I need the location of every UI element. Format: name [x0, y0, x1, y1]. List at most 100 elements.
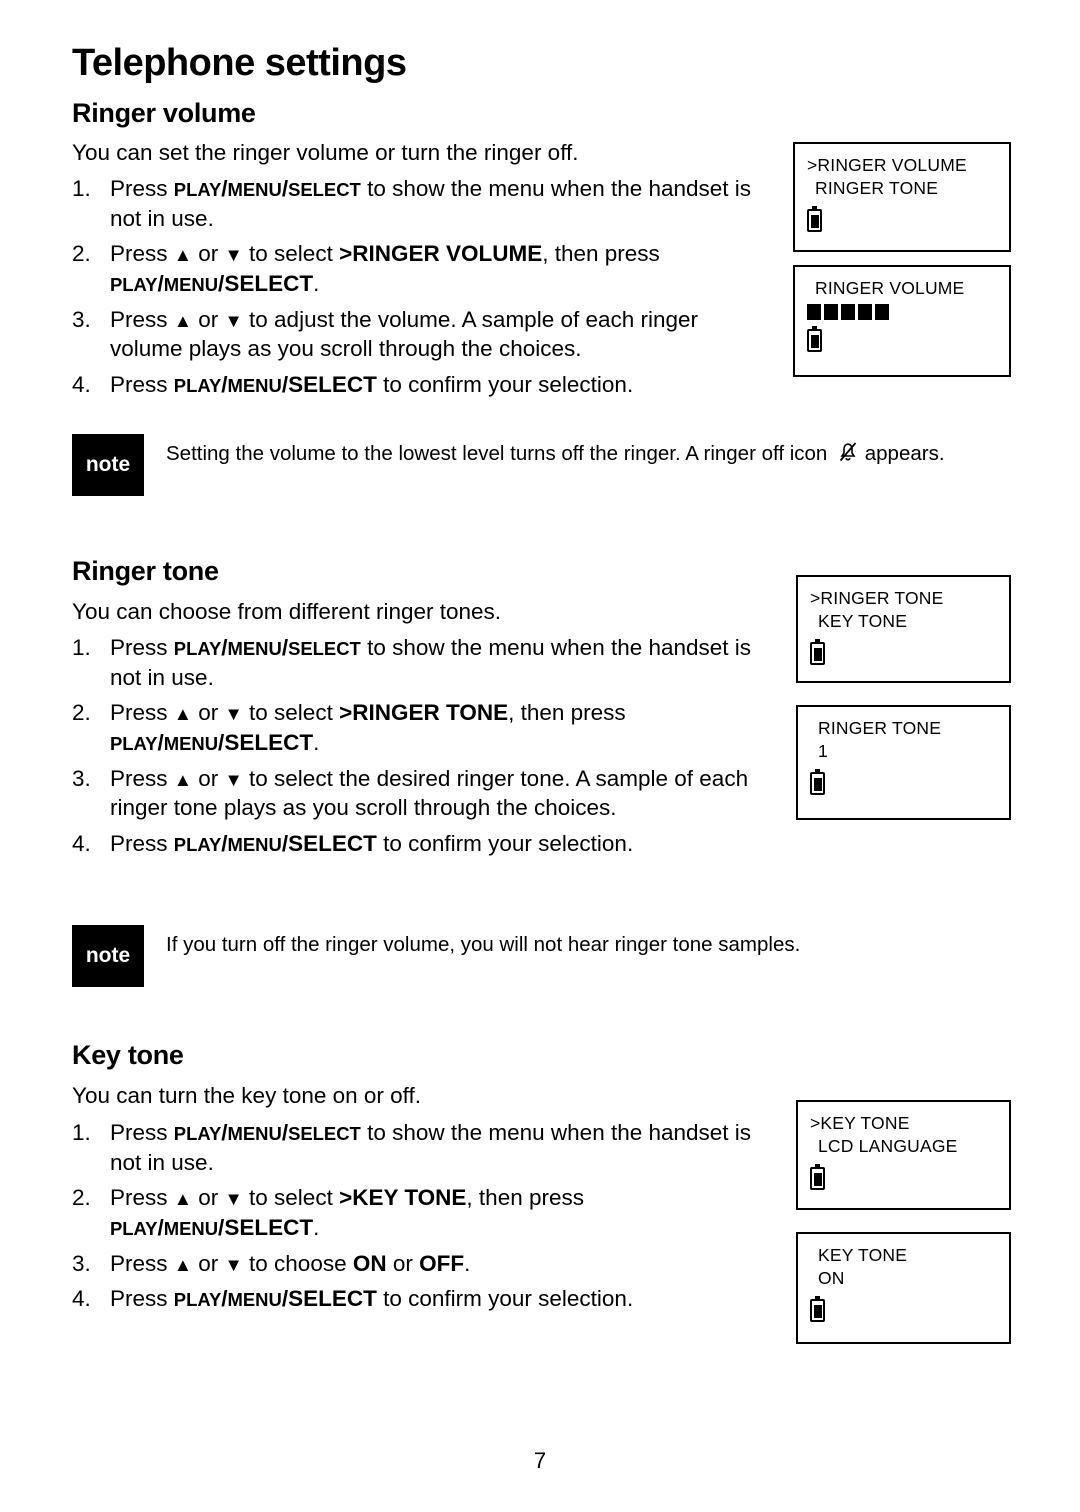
select-label: SELECT — [224, 730, 314, 756]
select-label: SELECT — [288, 1123, 361, 1144]
select-label: SELECT — [288, 831, 377, 857]
step-text-part: Press — [110, 1120, 174, 1145]
option-off: OFF — [419, 1250, 465, 1276]
step-text-part: or — [192, 306, 225, 332]
menu-item-key-tone: >KEY TONE — [339, 1185, 467, 1211]
step-text-part: Press — [110, 176, 174, 201]
menu-label: MENU — [227, 375, 282, 397]
down-arrow-icon — [225, 700, 243, 725]
up-arrow-icon — [174, 241, 192, 266]
lcd-line: RINGER TONE — [815, 178, 939, 199]
menu-label: MENU — [227, 1289, 282, 1311]
step-item: 4. Press PLAY/MENU/SELECT to confirm you… — [72, 1284, 772, 1314]
note-text: If you turn off the ringer volume, you w… — [166, 933, 801, 956]
step-text-part: Press — [110, 635, 174, 660]
up-arrow-icon — [174, 307, 192, 332]
step-item: 2. Press or to select >KEY TONE, then pr… — [72, 1183, 772, 1242]
lcd-line: LCD LANGUAGE — [818, 1136, 958, 1157]
step-item: 1. Press PLAY/MENU/SELECT to show the me… — [72, 1118, 772, 1177]
step-text-part: , then press — [542, 241, 660, 267]
step-number: 3. — [72, 1250, 91, 1276]
menu-label: MENU — [163, 733, 219, 755]
step-text-part: . — [313, 271, 320, 297]
menu-label: MENU — [227, 1123, 282, 1144]
page-number: 7 — [533, 1448, 547, 1473]
play-label: PLAY — [173, 179, 222, 200]
step-text-part: or — [192, 241, 225, 267]
step-number: 2. — [72, 1185, 91, 1211]
play-label: PLAY — [110, 274, 158, 296]
down-arrow-icon — [225, 241, 243, 266]
step-item: 3. Press or to select the desired ringer… — [72, 764, 772, 823]
battery-icon — [807, 326, 822, 353]
step-text: Press or to select the desired ringer to… — [110, 766, 748, 821]
menu-label: MENU — [227, 638, 282, 659]
step-text-part: to confirm your selection. — [376, 372, 634, 398]
step-text-part: Press — [110, 1286, 174, 1312]
lcd-line: >KEY TONE — [810, 1113, 910, 1133]
option-on: ON — [352, 1250, 387, 1276]
menu-label: MENU — [163, 274, 219, 296]
lcd-line: >RINGER VOLUME — [807, 155, 967, 175]
note-text: Setting the volume to the lowest level t… — [166, 434, 945, 471]
lcd-line: 1 — [818, 741, 828, 762]
menu-label: MENU — [227, 179, 282, 200]
volume-bars-icon — [807, 304, 1009, 321]
note-badge: note — [72, 925, 144, 987]
step-number: 4. — [72, 831, 91, 857]
note-ringer-volume: note Setting the volume to the lowest le… — [72, 434, 1002, 496]
step-text-part: . — [464, 1250, 471, 1276]
select-label: SELECT — [288, 179, 361, 200]
step-number: 3. — [72, 306, 91, 332]
section-heading-ringer-tone: Ringer tone — [72, 556, 219, 586]
step-item: 3. Press or to adjust the volume. A samp… — [72, 305, 772, 364]
lcd-screen-key-tone-value: KEY TONE ON — [796, 1232, 1011, 1344]
step-text-part: to select — [242, 241, 340, 267]
step-text-part: , then press — [508, 700, 626, 726]
select-label: SELECT — [224, 1215, 314, 1241]
ringer-tone-intro: You can choose from different ringer ton… — [72, 599, 502, 624]
step-item: 1. Press PLAY/MENU/SELECT to show the me… — [72, 633, 772, 692]
up-arrow-icon — [174, 1185, 192, 1210]
step-text-part: . — [313, 730, 320, 756]
menu-item-ringer-volume: >RINGER VOLUME — [339, 241, 543, 267]
step-text: Press PLAY/MENU/SELECT to confirm your s… — [110, 1286, 634, 1312]
step-number: 1. — [72, 635, 91, 660]
step-text: Press or to choose ON or OFF. — [110, 1251, 470, 1276]
lcd-screen-key-tone-menu: >KEY TONE LCD LANGUAGE — [796, 1100, 1011, 1210]
step-text: Press or to select >KEY TONE, then press… — [110, 1185, 584, 1240]
battery-icon — [807, 206, 822, 233]
play-label: PLAY — [173, 375, 222, 397]
step-item: 4. Press PLAY/MENU/SELECT to confirm you… — [72, 829, 772, 859]
battery-icon — [810, 769, 825, 796]
ringer-volume-steps: 1. Press PLAY/MENU/SELECT to show the me… — [72, 174, 772, 406]
note-text-part: appears. — [864, 442, 945, 465]
step-text-part: Press — [110, 700, 174, 726]
play-label: PLAY — [173, 638, 222, 659]
step-text-part: Press — [110, 1185, 174, 1211]
step-item: 4. Press PLAY/MENU/SELECT to confirm you… — [72, 370, 772, 400]
step-number: 4. — [72, 372, 91, 398]
step-item: 2. Press or to select >RINGER VOLUME, th… — [72, 239, 772, 298]
lcd-line: ON — [818, 1268, 845, 1289]
lcd-line: RINGER TONE — [818, 718, 942, 738]
note-badge: note — [72, 434, 144, 496]
step-text-part: Press — [110, 765, 174, 791]
page-title: Telephone settings — [72, 42, 407, 84]
key-tone-steps: 1. Press PLAY/MENU/SELECT to show the me… — [72, 1118, 772, 1320]
step-text-part: or — [386, 1250, 420, 1276]
step-text: Press PLAY/MENU/SELECT to confirm your s… — [110, 372, 634, 398]
step-text-part: to choose — [242, 1250, 353, 1276]
play-label: PLAY — [173, 1123, 222, 1144]
step-text: Press PLAY/MENU/SELECT to show the menu … — [110, 1120, 752, 1175]
down-arrow-icon — [225, 307, 243, 332]
menu-label: MENU — [163, 1218, 219, 1240]
select-label: SELECT — [288, 638, 361, 659]
down-arrow-icon — [225, 766, 243, 791]
step-number: 4. — [72, 1286, 91, 1312]
play-label: PLAY — [173, 1289, 222, 1311]
lcd-line: KEY TONE — [818, 611, 908, 632]
step-text-part: Press — [110, 831, 174, 857]
down-arrow-icon — [225, 1185, 243, 1210]
play-label: PLAY — [110, 733, 158, 755]
